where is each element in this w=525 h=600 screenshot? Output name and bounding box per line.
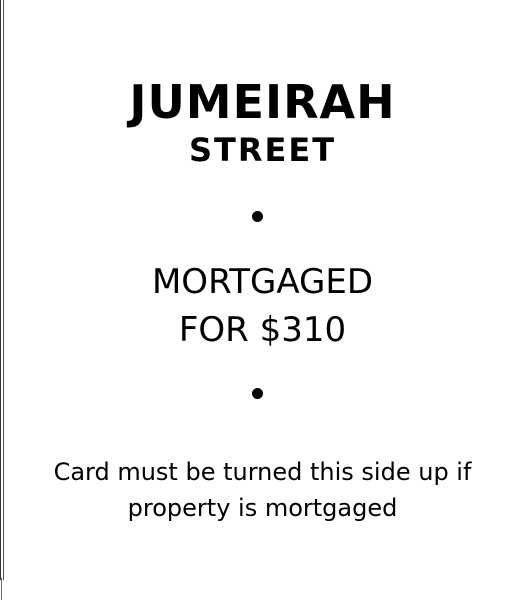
card-left-edge-bottom (1, 578, 4, 600)
property-type: STREET (188, 131, 337, 169)
mortgage-status-line2: FOR $310 (178, 310, 347, 350)
separator-dot-top (252, 211, 263, 222)
mortgage-status: MORTGAGED FOR $310 (0, 258, 525, 354)
mortgage-instruction: Card must be turned this side up if prop… (53, 458, 472, 522)
property-name: JUMEIRAH (129, 75, 396, 129)
mortgage-status-line1: MORTGAGED (151, 262, 374, 302)
separator-dot-bottom (252, 388, 263, 399)
mortgaged-property-card: JUMEIRAH STREET MORTGAGED FOR $310 Card … (0, 0, 525, 600)
